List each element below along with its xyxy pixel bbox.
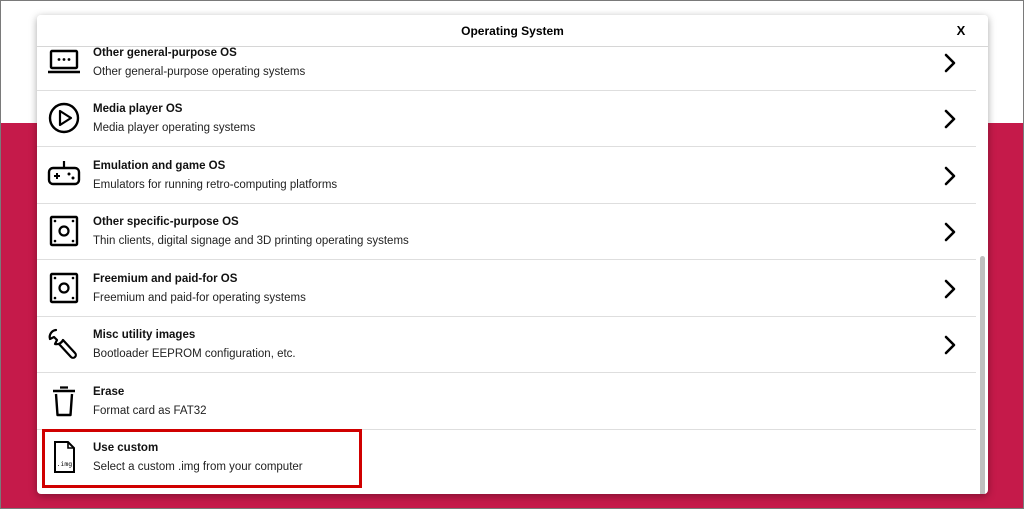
play-icon <box>47 101 81 135</box>
item-title: Other specific-purpose OS <box>93 216 239 228</box>
item-description: Format card as FAT32 <box>93 405 207 417</box>
board-icon <box>47 271 81 305</box>
item-title: Erase <box>93 386 125 398</box>
item-description: Emulators for running retro-computing pl… <box>93 179 338 191</box>
dialog-header: Operating System X <box>37 15 988 47</box>
os-item-use-custom[interactable]: .img Use custom Select a custom .img fro… <box>37 430 976 486</box>
item-description: Media player operating systems <box>93 122 256 134</box>
gamepad-icon <box>47 158 81 192</box>
wrench-icon <box>47 327 81 361</box>
chevron-right-icon <box>942 53 958 73</box>
item-title: Other general-purpose OS <box>93 47 237 59</box>
os-item-emulation-game[interactable]: Emulation and game OS Emulators for runn… <box>37 148 976 204</box>
os-item-erase[interactable]: Erase Format card as FAT32 <box>37 374 976 430</box>
item-description: Freemium and paid-for operating systems <box>93 292 306 304</box>
os-list: Other general-purpose OS Other general-p… <box>37 47 976 494</box>
close-button[interactable]: X <box>954 23 968 38</box>
item-description: Select a custom .img from your computer <box>93 461 303 473</box>
laptop-icon <box>47 47 81 79</box>
file-img-icon-label: .img <box>57 460 73 468</box>
item-description: Other general-purpose operating systems <box>93 66 306 78</box>
os-item-other-general-purpose[interactable]: Other general-purpose OS Other general-p… <box>37 47 976 91</box>
board-icon <box>47 214 81 248</box>
chevron-right-icon <box>942 109 958 129</box>
item-title: Misc utility images <box>93 329 196 341</box>
scrollbar-thumb[interactable] <box>980 256 985 494</box>
item-title: Media player OS <box>93 103 183 115</box>
chevron-right-icon <box>942 279 958 299</box>
chevron-right-icon <box>942 222 958 242</box>
operating-system-dialog: Operating System X Other general-purpose… <box>37 15 988 494</box>
dialog-title: Operating System <box>461 24 564 38</box>
os-item-misc-utility[interactable]: Misc utility images Bootloader EEPROM co… <box>37 317 976 373</box>
trash-icon <box>47 384 81 418</box>
chevron-right-icon <box>942 335 958 355</box>
item-description: Thin clients, digital signage and 3D pri… <box>93 235 409 247</box>
item-title: Freemium and paid-for OS <box>93 273 238 285</box>
item-title: Use custom <box>93 442 159 454</box>
item-title: Emulation and game OS <box>93 160 226 172</box>
os-item-other-specific-purpose[interactable]: Other specific-purpose OS Thin clients, … <box>37 204 976 260</box>
file-img-icon: .img <box>47 440 81 474</box>
chevron-right-icon <box>942 166 958 186</box>
item-description: Bootloader EEPROM configuration, etc. <box>93 348 296 360</box>
os-item-freemium-paid[interactable]: Freemium and paid-for OS Freemium and pa… <box>37 261 976 317</box>
os-item-media-player[interactable]: Media player OS Media player operating s… <box>37 91 976 147</box>
